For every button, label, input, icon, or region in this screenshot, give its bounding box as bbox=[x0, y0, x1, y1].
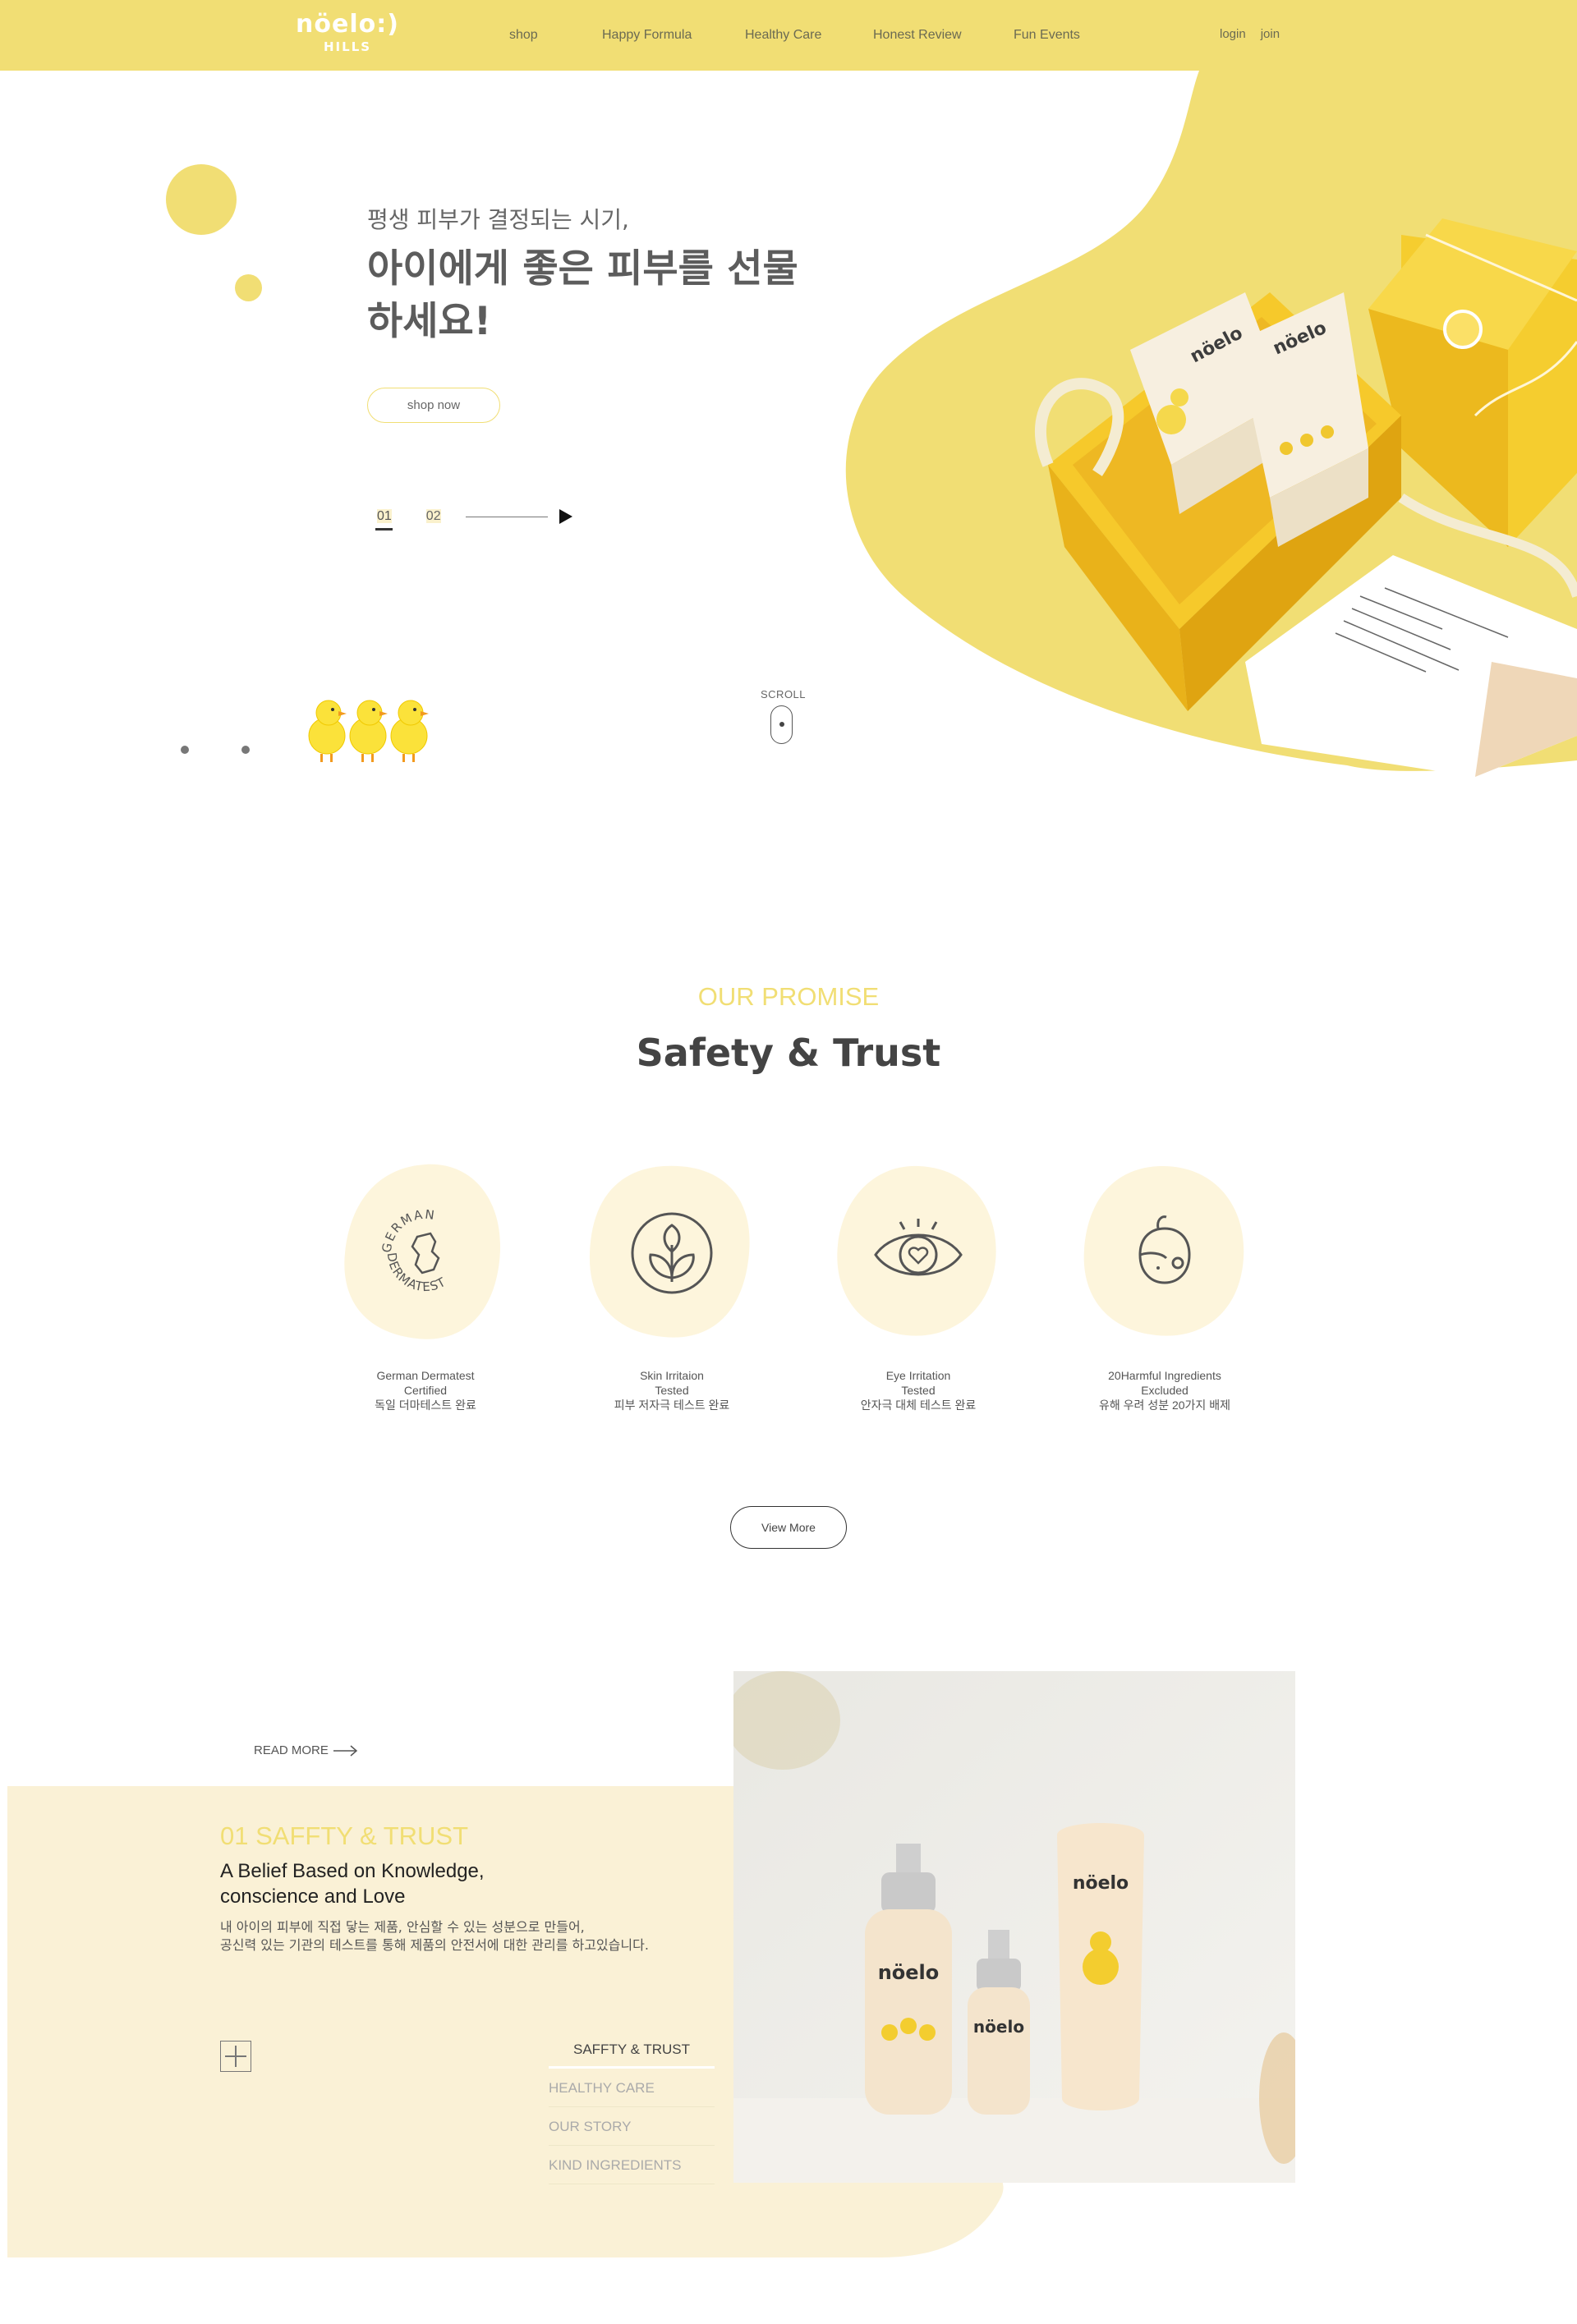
feature-description: 내 아이의 피부에 직접 닿는 제품, 안심할 수 있는 성분으로 만들어, 공… bbox=[220, 1918, 746, 1954]
slide-pagination: 01 02 bbox=[375, 509, 572, 530]
decorative-dot bbox=[181, 746, 189, 754]
feature-desc-line1: 내 아이의 피부에 직접 닿는 제품, 안심할 수 있는 성분으로 만들어, bbox=[220, 1919, 585, 1935]
badge-line3: 안자극 대체 테스트 완료 bbox=[860, 1399, 977, 1412]
badge-caption: German Dermatest Certified 독일 더마테스트 완료 bbox=[319, 1368, 532, 1412]
slide-indicator-01[interactable]: 01 bbox=[375, 509, 393, 530]
hero-subtitle: 평생 피부가 결정되는 시기, bbox=[367, 206, 629, 233]
tube-brand: nöelo bbox=[1073, 1873, 1129, 1894]
read-more-label: READ MORE bbox=[254, 1743, 329, 1757]
german-dermatest-icon: GERMAN DERMATEST bbox=[379, 1207, 448, 1295]
badge-caption: Skin Irritaion Tested 피부 저자극 테스트 완료 bbox=[565, 1368, 779, 1412]
auth-links: login join bbox=[1220, 27, 1280, 41]
plus-icon-button[interactable] bbox=[220, 2041, 251, 2072]
badge-line3: 독일 더마테스트 완료 bbox=[375, 1399, 476, 1412]
feature-desc-line2: 공신력 있는 기관의 테스트를 통해 제품의 안전서에 대한 관리를 하고있습니… bbox=[220, 1937, 649, 1953]
join-link[interactable]: join bbox=[1261, 27, 1280, 41]
hero-section: 평생 피부가 결정되는 시기, 아이에게 좋은 피부를 선물하세요! shop … bbox=[0, 71, 1577, 777]
badge-caption: 20Harmful Ingredients Excluded 유해 우려 성분 … bbox=[1058, 1368, 1271, 1412]
feature-tabs: SAFFTY & TRUST HEALTHY CARE OUR STORY KI… bbox=[549, 2030, 715, 2184]
baby-face-icon bbox=[1138, 1215, 1191, 1284]
tab-kind-ingredients[interactable]: KIND INGREDIENTS bbox=[549, 2146, 715, 2184]
arrow-right-icon bbox=[333, 1744, 357, 1757]
nav-honest-review[interactable]: Honest Review bbox=[873, 28, 962, 43]
badge-line3: 피부 저자극 테스트 완료 bbox=[614, 1399, 730, 1412]
nav-fun-events[interactable]: Fun Events bbox=[1014, 28, 1080, 43]
logo[interactable]: nöelo:) HILLS bbox=[292, 10, 407, 57]
badge-caption: Eye Irritation Tested 안자극 대체 테스트 완료 bbox=[811, 1368, 1025, 1412]
promise-title: Safety & Trust bbox=[636, 1031, 941, 1075]
slide-label-01: 01 bbox=[377, 509, 392, 523]
seal-top-text: GERMAN bbox=[379, 1207, 435, 1254]
decorative-dot bbox=[241, 746, 250, 754]
badge-line3: 유해 우려 성분 20가지 배제 bbox=[1099, 1399, 1230, 1412]
logo-wordmark: nöelo:) bbox=[296, 10, 399, 39]
view-more-button[interactable]: View More bbox=[730, 1506, 847, 1549]
bottle-1-brand: nöelo bbox=[878, 1961, 940, 1984]
promise-eyebrow: OUR PROMISE bbox=[697, 982, 880, 1011]
feature-title-line1: A Belief Based on Knowledge, bbox=[220, 1860, 485, 1882]
read-more-link[interactable]: READ MORE bbox=[254, 1743, 358, 1757]
product-lineup-photo: nöelo nöelo nöelo bbox=[733, 1671, 1295, 2183]
badge-line2: Certified bbox=[403, 1384, 448, 1397]
feature-title: A Belief Based on Knowledge, conscience … bbox=[220, 1858, 713, 1909]
chicks-illustration bbox=[308, 700, 429, 762]
tab-safety-trust[interactable]: SAFFTY & TRUST bbox=[549, 2030, 715, 2069]
badge-line2: Tested bbox=[655, 1384, 689, 1397]
scroll-label: SCROLL bbox=[761, 688, 807, 700]
badge-line1: German Dermatest bbox=[376, 1369, 475, 1382]
badge-line1: 20Harmful Ingredients bbox=[1108, 1369, 1221, 1382]
site-header: nöelo:) HILLS shop Happy Formula Healthy… bbox=[0, 0, 1577, 71]
badge-line2: Excluded bbox=[1141, 1384, 1188, 1397]
shop-now-button[interactable]: shop now bbox=[367, 388, 500, 423]
slide-label-02: 02 bbox=[425, 509, 441, 523]
slide-indicator-02[interactable]: 02 bbox=[425, 509, 443, 524]
eye-heart-icon bbox=[874, 1219, 963, 1276]
play-icon[interactable] bbox=[559, 509, 572, 524]
gift-box-product-image: nöelo nöelo bbox=[1034, 218, 1577, 777]
svg-text:GERMAN: GERMAN bbox=[379, 1207, 437, 1254]
decorative-circle-small bbox=[235, 274, 262, 301]
badge-line1: Eye Irritation bbox=[885, 1369, 951, 1382]
leaf-icon bbox=[631, 1212, 713, 1294]
badge-line2: Tested bbox=[901, 1384, 936, 1397]
nav-happy-formula[interactable]: Happy Formula bbox=[602, 28, 692, 43]
logo-subtitle: HILLS bbox=[324, 39, 372, 54]
bottle-2-brand: nöelo bbox=[973, 2017, 1024, 2037]
decorative-circle-large bbox=[166, 164, 237, 235]
tab-our-story[interactable]: OUR STORY bbox=[549, 2107, 715, 2146]
login-link[interactable]: login bbox=[1220, 27, 1246, 41]
nav-shop[interactable]: shop bbox=[509, 28, 538, 43]
nav-healthy-care[interactable]: Healthy Care bbox=[745, 28, 821, 43]
feature-heading: 01 SAFFTY & TRUST bbox=[220, 1821, 469, 1850]
tab-healthy-care[interactable]: HEALTHY CARE bbox=[549, 2069, 715, 2107]
scroll-mouse-icon[interactable] bbox=[770, 705, 793, 744]
feature-title-line2: conscience and Love bbox=[220, 1885, 406, 1908]
hero-title: 아이에게 좋은 피부를 선물하세요! bbox=[367, 246, 798, 344]
badge-line1: Skin Irritaion bbox=[640, 1369, 704, 1382]
